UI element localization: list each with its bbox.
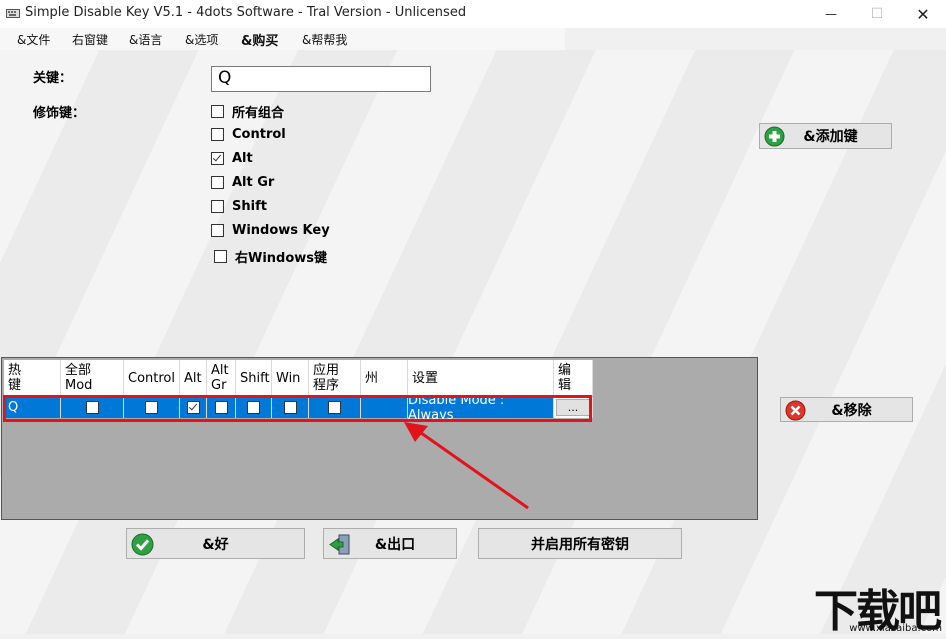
- menu-language[interactable]: &语言: [129, 31, 162, 48]
- minimize-icon: —: [825, 7, 837, 21]
- modifier-all-combinations[interactable]: 所有组合: [211, 102, 284, 121]
- modifier-right-windows-key[interactable]: 右Windows键: [214, 247, 327, 266]
- checkbox-label: Windows Key: [232, 223, 330, 238]
- checkmark-icon: [131, 533, 154, 556]
- checkbox-label: Control: [232, 127, 286, 142]
- red-arrow-icon: [404, 422, 529, 510]
- col-state[interactable]: 州: [361, 360, 408, 396]
- maximize-button[interactable]: ☐: [854, 0, 900, 28]
- close-icon: ✕: [916, 4, 930, 24]
- checkbox[interactable]: [211, 128, 224, 141]
- col-settings[interactable]: 设置: [408, 360, 554, 396]
- close-button[interactable]: ✕: [900, 0, 946, 28]
- checkbox-label: 右Windows键: [235, 251, 328, 266]
- checkbox[interactable]: [211, 105, 224, 118]
- col-hotkey[interactable]: 热 键: [4, 360, 61, 396]
- checkbox[interactable]: [211, 224, 224, 237]
- key-label: 关键：: [33, 71, 73, 86]
- checkbox-checked[interactable]: [211, 152, 224, 165]
- menu-options[interactable]: &选项: [185, 31, 218, 48]
- key-input[interactable]: Q: [211, 66, 431, 92]
- menu-context-key[interactable]: 右窗键: [72, 31, 108, 48]
- col-edit[interactable]: 编 辑: [554, 360, 593, 396]
- menu-help[interactable]: &帮帮我: [302, 31, 347, 48]
- add-key-button[interactable]: &添加键: [759, 123, 892, 149]
- menu-bar: &文件 右窗键 &语言 &选项 &购买 &帮帮我: [0, 28, 565, 50]
- checkbox[interactable]: [211, 200, 224, 213]
- modifier-windows-key[interactable]: Windows Key: [211, 223, 330, 238]
- col-win[interactable]: Win: [272, 360, 309, 396]
- maximize-icon: ☐: [870, 6, 884, 22]
- checkbox-label: 所有组合: [232, 106, 285, 121]
- checkbox-label: Shift: [232, 199, 267, 214]
- col-shift[interactable]: Shift: [236, 360, 272, 396]
- enable-all-keys-label: 并启用所有密钥: [531, 536, 629, 553]
- col-application[interactable]: 应用 程序: [309, 360, 361, 396]
- modifier-shift[interactable]: Shift: [211, 199, 267, 214]
- col-alt[interactable]: Alt: [180, 360, 207, 396]
- menu-file[interactable]: &文件: [17, 31, 50, 48]
- window-title: Simple Disable Key V5.1 - 4dots Software…: [25, 5, 467, 20]
- col-alt-gr[interactable]: Alt Gr: [207, 360, 236, 396]
- watermark-url: www.xiazaiba.com: [849, 623, 942, 634]
- col-all-mod[interactable]: 全部 Mod: [61, 360, 124, 396]
- checkbox-label: Alt Gr: [232, 175, 275, 190]
- modifier-alt[interactable]: Alt: [211, 151, 253, 166]
- plus-icon: [764, 126, 785, 147]
- modifier-control[interactable]: Control: [211, 127, 286, 142]
- keyboard-app-icon: [6, 9, 20, 18]
- checkbox-label: Alt: [232, 151, 253, 166]
- exit-button[interactable]: &出口: [323, 528, 457, 559]
- menu-buy[interactable]: &购买: [241, 30, 278, 49]
- checkbox[interactable]: [214, 250, 227, 263]
- watermark-logo: 下载吧 www.xiazaiba.com: [806, 575, 946, 637]
- minimize-button[interactable]: —: [808, 0, 854, 28]
- modifiers-label: 修饰键：: [33, 106, 86, 121]
- grid-header: 热 键 全部 Mod Control Alt Alt Gr Shift Win …: [4, 360, 593, 396]
- modifier-alt-gr[interactable]: Alt Gr: [211, 175, 274, 190]
- remove-button[interactable]: &移除: [780, 397, 913, 422]
- checkbox[interactable]: [211, 176, 224, 189]
- ok-button[interactable]: &好: [126, 528, 305, 559]
- exit-door-icon: [329, 534, 350, 555]
- hotkey-grid[interactable]: 热 键 全部 Mod Control Alt Alt Gr Shift Win …: [1, 357, 758, 520]
- remove-x-icon: [785, 400, 806, 421]
- enable-all-keys-button[interactable]: 并启用所有密钥: [478, 528, 682, 559]
- col-control[interactable]: Control: [124, 360, 180, 396]
- title-bar: Simple Disable Key V5.1 - 4dots Software…: [0, 0, 946, 28]
